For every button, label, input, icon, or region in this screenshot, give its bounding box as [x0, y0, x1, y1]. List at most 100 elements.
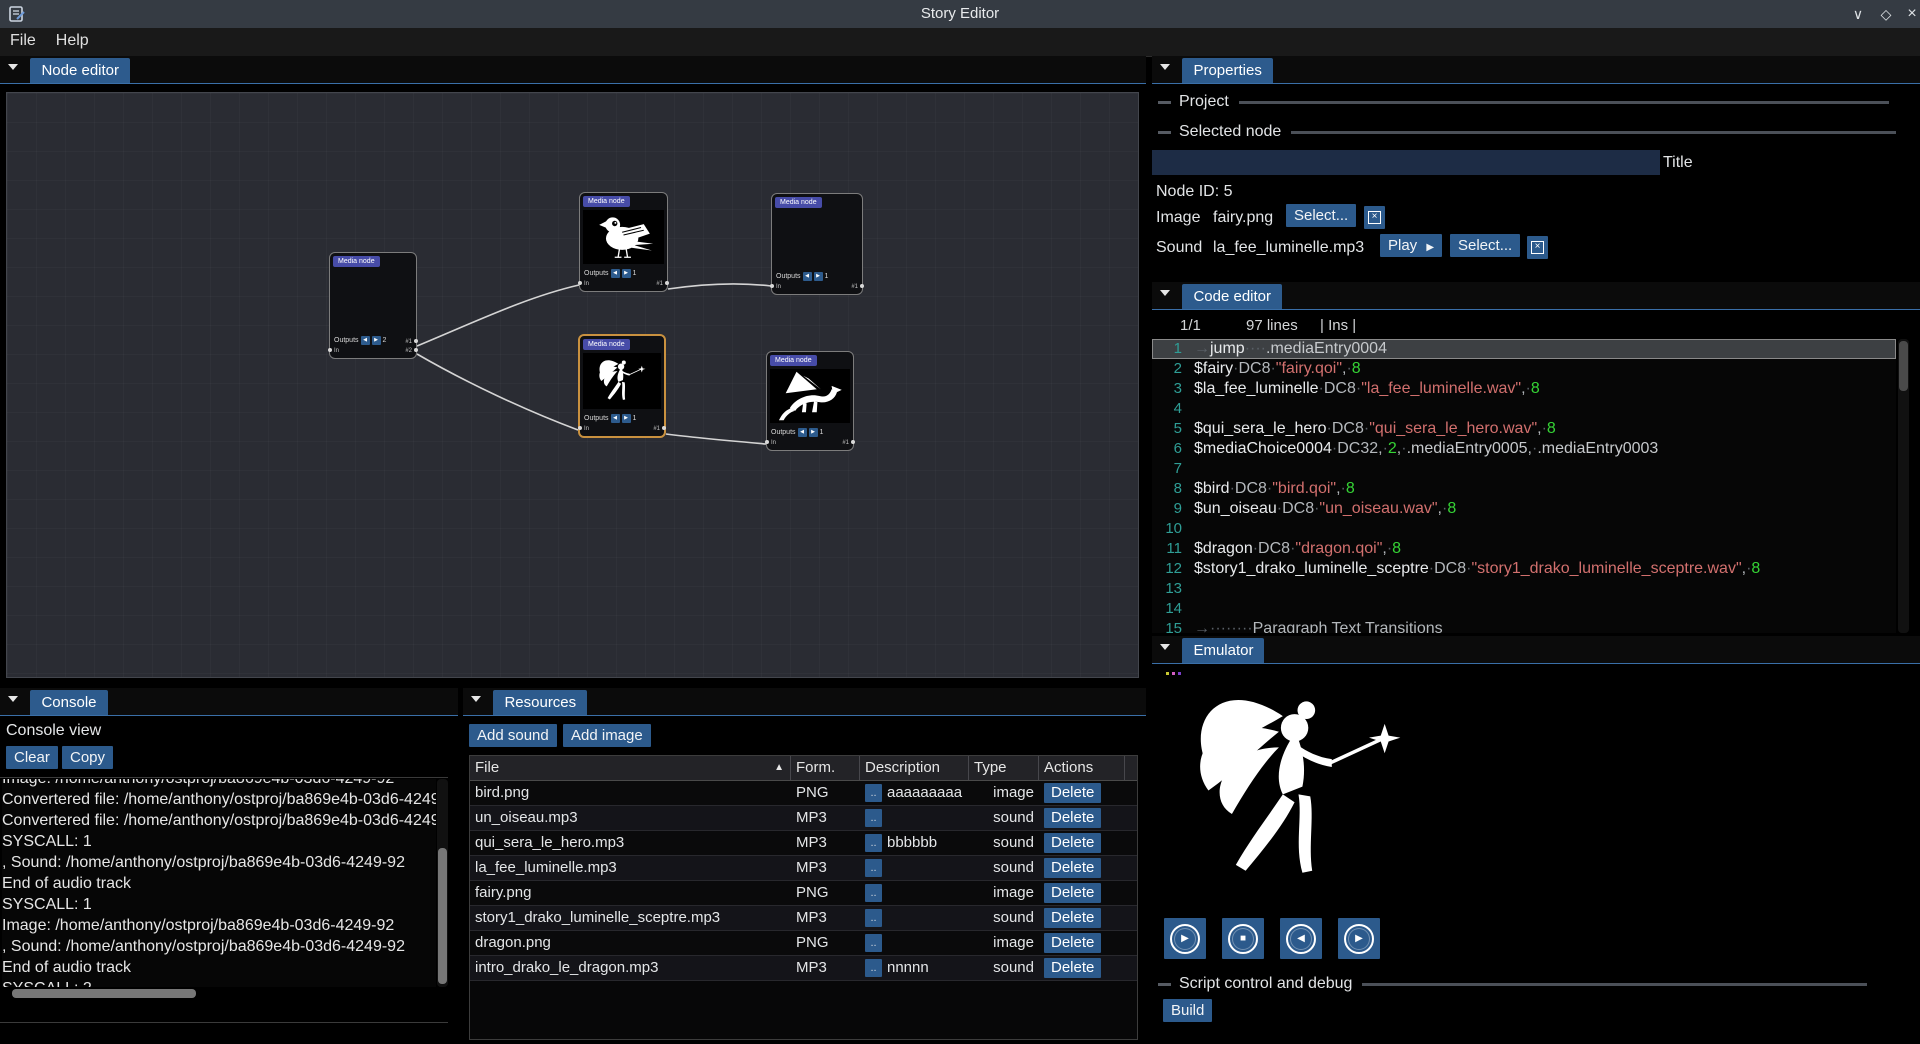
back-button[interactable]: ◀ — [1280, 918, 1322, 959]
table-row[interactable]: story1_drako_luminelle_sceptre.mp3MP3..s… — [470, 906, 1137, 931]
code-text-area[interactable]: 1→jump····.mediaEntry00042$fairy·DC8·"fa… — [1152, 339, 1896, 633]
tab-node-editor[interactable]: Node editor — [30, 58, 130, 84]
add-sound-button[interactable]: Add sound — [469, 724, 557, 747]
tab-console[interactable]: Console — [30, 690, 107, 716]
sound-select-button[interactable]: Select... — [1450, 234, 1520, 257]
tab-resources[interactable]: Resources — [493, 690, 587, 716]
edit-description-button[interactable]: .. — [865, 909, 882, 927]
table-row[interactable]: dragon.pngPNG..imageDelete — [470, 931, 1137, 956]
next-output-icon[interactable]: ▶ — [809, 428, 818, 437]
console-clear-button[interactable]: Clear — [6, 746, 58, 769]
collapse-icon[interactable] — [1160, 644, 1172, 650]
graph-node[interactable]: Media nodeOutputs◀▶1In#1 — [771, 193, 863, 295]
next-output-icon[interactable]: ▶ — [814, 272, 823, 281]
column-header-description[interactable]: Description — [860, 756, 969, 780]
next-output-icon[interactable]: ▶ — [372, 336, 381, 345]
console-hscrollbar[interactable] — [0, 988, 448, 1000]
edit-description-button[interactable]: .. — [865, 809, 882, 827]
collapse-icon[interactable] — [1160, 64, 1172, 70]
prev-output-icon[interactable]: ◀ — [611, 414, 620, 423]
console-copy-button[interactable]: Copy — [62, 746, 113, 769]
table-row[interactable]: bird.pngPNG..aaaaaaaaaimageDelete — [470, 781, 1137, 806]
next-output-icon[interactable]: ▶ — [622, 269, 631, 278]
outputs-label: Outputs — [776, 273, 801, 280]
input-port[interactable] — [578, 281, 582, 285]
table-row[interactable]: fairy.pngPNG..imageDelete — [470, 881, 1137, 906]
output-port[interactable] — [851, 440, 855, 444]
tab-emulator[interactable]: Emulator — [1182, 638, 1264, 664]
column-header-form[interactable]: Form. — [791, 756, 860, 780]
maximize-icon[interactable]: ◇ — [1876, 4, 1896, 24]
edit-description-button[interactable]: .. — [865, 884, 882, 902]
collapse-icon[interactable] — [1160, 290, 1172, 296]
tab-code-editor[interactable]: Code editor — [1182, 284, 1282, 310]
console-vscroll-thumb[interactable] — [438, 848, 447, 984]
delete-button[interactable]: Delete — [1044, 783, 1101, 803]
edit-description-button[interactable]: .. — [865, 859, 882, 877]
sound-clear-button[interactable]: × — [1527, 236, 1548, 259]
delete-button[interactable]: Delete — [1044, 883, 1101, 903]
edit-description-button[interactable]: .. — [865, 834, 882, 852]
column-header-file[interactable]: File▲ — [470, 756, 791, 780]
column-header-type[interactable]: Type — [969, 756, 1039, 780]
graph-node-selected[interactable]: Media nodeOutputs◀▶1In#1 — [578, 334, 666, 438]
code-line: 11$dragon·DC8·"dragon.qoi",·8 — [1152, 539, 1896, 559]
input-port[interactable] — [328, 348, 332, 352]
prev-output-icon[interactable]: ◀ — [361, 336, 370, 345]
output-port[interactable] — [665, 281, 669, 285]
prev-output-icon[interactable]: ◀ — [611, 269, 620, 278]
table-row[interactable]: la_fee_luminelle.mp3MP3..soundDelete — [470, 856, 1137, 881]
menu-item-file[interactable]: File — [0, 28, 46, 50]
image-clear-button[interactable]: × — [1364, 206, 1385, 229]
node-outputs-row: Outputs◀▶1 — [771, 428, 823, 437]
console-vscrollbar[interactable] — [437, 779, 448, 987]
node-title-input[interactable] — [1152, 150, 1660, 175]
edit-description-button[interactable]: .. — [865, 784, 882, 802]
graph-node[interactable]: Media nodeOutputs◀▶1In#1 — [579, 192, 668, 292]
node-editor-canvas[interactable]: Media nodeOutputs◀▶2In#1#2 Media nodeOutp… — [6, 92, 1139, 678]
code-vscrollbar[interactable] — [1898, 339, 1909, 633]
input-port[interactable] — [578, 426, 582, 430]
output-port[interactable] — [414, 348, 418, 352]
build-button[interactable]: Build — [1163, 999, 1212, 1022]
output-port[interactable] — [414, 339, 418, 343]
code-vscroll-thumb[interactable] — [1899, 341, 1908, 391]
edit-description-button[interactable]: .. — [865, 959, 882, 977]
collapse-icon[interactable] — [8, 696, 20, 702]
sound-play-button[interactable]: Play ▶ — [1380, 234, 1442, 257]
add-image-button[interactable]: Add image — [563, 724, 651, 747]
close-icon[interactable]: × — [1902, 4, 1920, 24]
collapse-icon[interactable] — [471, 696, 483, 702]
graph-node[interactable]: Media nodeOutputs◀▶2In#1#2 — [329, 252, 417, 359]
delete-button[interactable]: Delete — [1044, 908, 1101, 928]
stop-button[interactable]: ■ — [1222, 918, 1264, 959]
input-port[interactable] — [765, 440, 769, 444]
output-port-label: #2 — [405, 348, 412, 354]
prev-output-icon[interactable]: ◀ — [798, 428, 807, 437]
file-cell: un_oiseau.mp3 — [470, 806, 791, 830]
prev-output-icon[interactable]: ◀ — [803, 272, 812, 281]
table-row[interactable]: intro_drako_le_dragon.mp3MP3..nnnnnsound… — [470, 956, 1137, 981]
delete-button[interactable]: Delete — [1044, 958, 1101, 978]
edit-description-button[interactable]: .. — [865, 934, 882, 952]
graph-node[interactable]: Media nodeOutputs◀▶1In#1 — [766, 351, 854, 451]
collapse-icon[interactable] — [8, 64, 20, 70]
delete-button[interactable]: Delete — [1044, 933, 1101, 953]
menu-item-help[interactable]: Help — [46, 28, 99, 50]
console-hscroll-thumb[interactable] — [12, 989, 196, 998]
forward-button[interactable]: ▶ — [1338, 918, 1380, 959]
delete-button[interactable]: Delete — [1044, 833, 1101, 853]
table-row[interactable]: qui_sera_le_hero.mp3MP3..bbbbbbsoundDele… — [470, 831, 1137, 856]
image-select-button[interactable]: Select... — [1286, 204, 1356, 227]
output-port[interactable] — [860, 284, 864, 288]
input-port[interactable] — [770, 284, 774, 288]
column-header-actions[interactable]: Actions — [1039, 756, 1125, 780]
output-port[interactable] — [662, 426, 666, 430]
tab-properties[interactable]: Properties — [1182, 58, 1272, 84]
next-output-icon[interactable]: ▶ — [622, 414, 631, 423]
delete-button[interactable]: Delete — [1044, 808, 1101, 828]
minimize-icon[interactable]: ∨ — [1848, 4, 1868, 24]
play-button[interactable]: ▶ — [1164, 918, 1206, 959]
table-row[interactable]: un_oiseau.mp3MP3..soundDelete — [470, 806, 1137, 831]
delete-button[interactable]: Delete — [1044, 858, 1101, 878]
